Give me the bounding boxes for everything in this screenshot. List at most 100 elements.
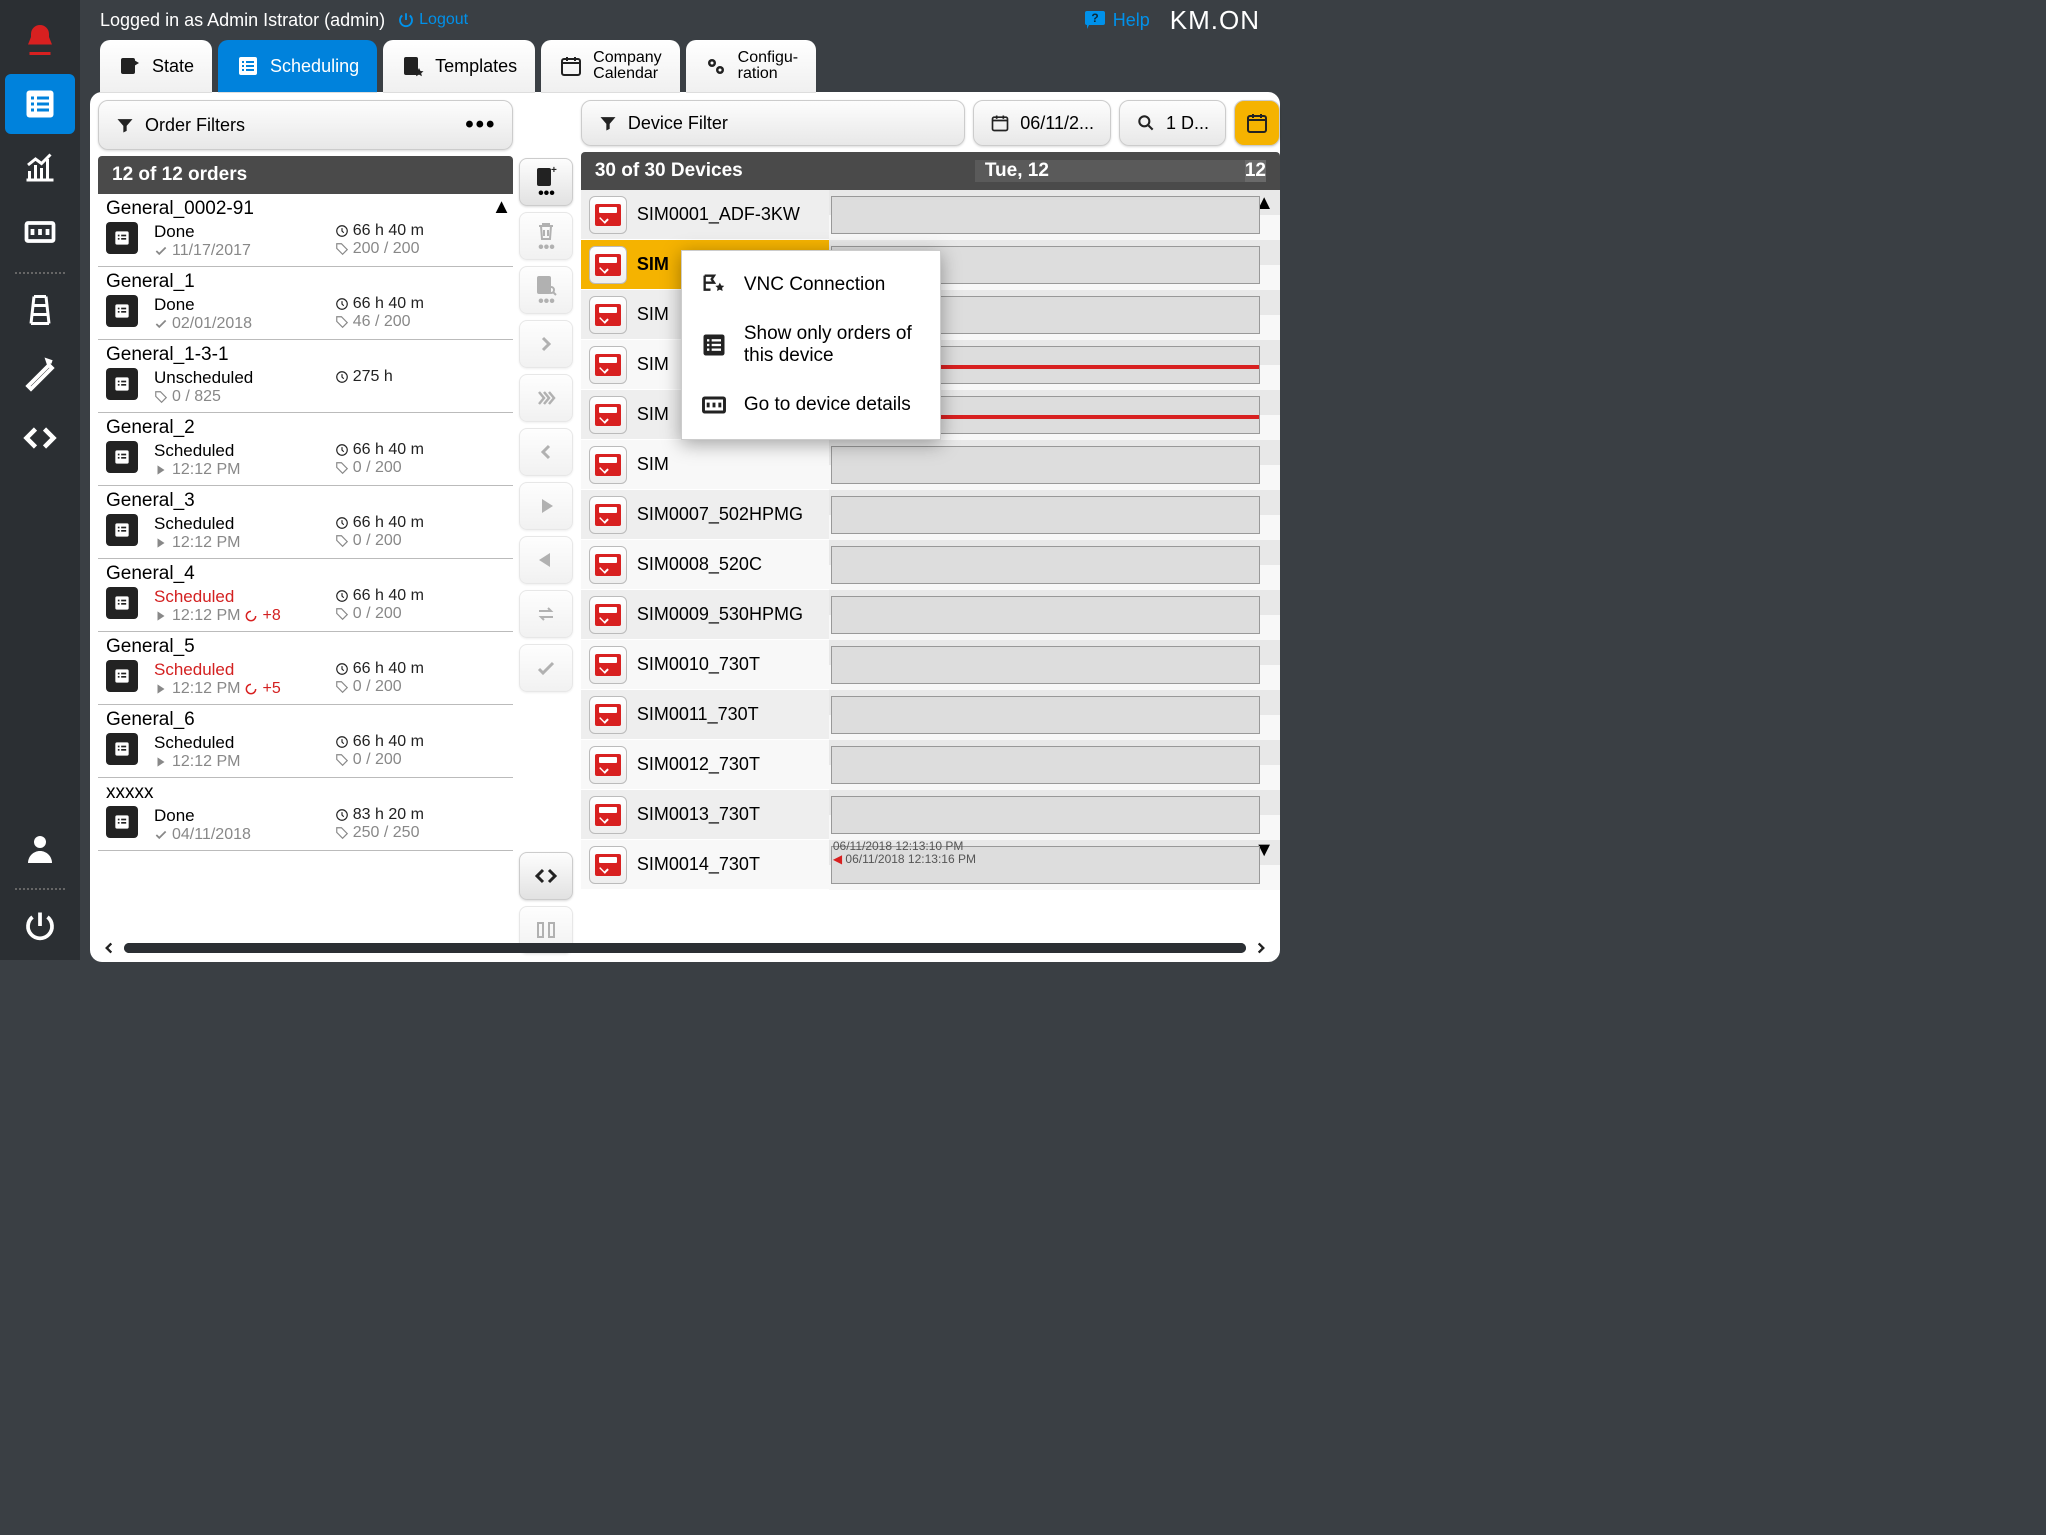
order-item[interactable]: General_3 Scheduled 12:12 PM 66 h 40 m 0… — [98, 486, 513, 559]
device-gantt-container: SIM0001_ADF-3KWSIMSIMSIMSIMSIMSIM0007_50… — [581, 190, 1280, 890]
inspect-button[interactable]: ••• — [519, 266, 573, 314]
device-row[interactable]: SIM0009_530HPMG — [581, 590, 829, 640]
device-icon — [589, 296, 627, 334]
order-filters-button[interactable]: Order Filters ••• — [98, 100, 513, 150]
action-column: +••• ••• ••• — [519, 100, 574, 954]
gantt-bar[interactable] — [831, 746, 1260, 784]
gantt-bar[interactable] — [831, 446, 1260, 484]
add-button[interactable]: +••• — [519, 158, 573, 206]
play-reverse-button[interactable] — [519, 536, 573, 584]
device-icon — [589, 396, 627, 434]
calendar-quick-button[interactable] — [1234, 100, 1280, 146]
order-item[interactable]: General_5 Scheduled 12:12 PM +5 66 h 40 … — [98, 632, 513, 705]
delete-button[interactable]: ••• — [519, 212, 573, 260]
device-icon — [589, 446, 627, 484]
device-row[interactable]: SIM0007_502HPMG — [581, 490, 829, 540]
step-right-button[interactable] — [519, 320, 573, 368]
tab-company-calendar[interactable]: CompanyCalendar — [541, 40, 679, 93]
alarm-icon[interactable] — [5, 10, 75, 70]
menu-device-details[interactable]: Go to device details — [682, 379, 940, 431]
nav-analytics[interactable] — [5, 138, 75, 198]
gantt-row[interactable] — [829, 190, 1280, 240]
scroll-up-icon[interactable]: ▲ — [492, 196, 512, 219]
gantt-bar[interactable] — [831, 796, 1260, 834]
order-item[interactable]: General_4 Scheduled 12:12 PM +8 66 h 40 … — [98, 559, 513, 632]
tab-state[interactable]: State — [100, 40, 212, 93]
orders-header: 12 of 12 orders — [98, 156, 513, 194]
logout-link[interactable]: Logout — [397, 11, 468, 29]
order-item[interactable]: xxxxx Done 04/11/2018 83 h 20 m 250 / 25… — [98, 778, 513, 851]
device-row[interactable]: SIM0014_730T — [581, 840, 829, 890]
device-row[interactable]: SIM0008_520C — [581, 540, 829, 590]
header: Logged in as Admin Istrator (admin) Logo… — [80, 0, 1280, 40]
device-icon — [589, 846, 627, 884]
tab-templates[interactable]: Templates — [383, 40, 535, 93]
device-icon — [589, 496, 627, 534]
device-row[interactable]: SIM0012_730T — [581, 740, 829, 790]
gantt-row[interactable] — [829, 590, 1280, 640]
nav-tools[interactable] — [5, 344, 75, 404]
order-item[interactable]: General_6 Scheduled 12:12 PM 66 h 40 m 0… — [98, 705, 513, 778]
order-item[interactable]: General_1-3-1 Unscheduled 0 / 825 275 h — [98, 340, 513, 413]
timestamp: 06/11/2018 12:13:16 PM — [845, 852, 976, 866]
gantt-bar[interactable] — [831, 546, 1260, 584]
device-icon — [589, 246, 627, 284]
gantt-row[interactable] — [829, 490, 1280, 540]
svg-text:?: ? — [1091, 11, 1098, 25]
nav-yarn[interactable] — [5, 280, 75, 340]
menu-show-device-orders[interactable]: Show only orders of this device — [682, 311, 940, 379]
order-item[interactable]: General_0002-91 Done 11/17/2017 66 h 40 … — [98, 194, 513, 267]
main: State Scheduling Templates CompanyCalend… — [90, 40, 1280, 960]
nav-code[interactable] — [5, 408, 75, 468]
devices-panel: Device Filter 06/11/2... 1 D... 30 of 30… — [581, 100, 1280, 954]
device-icon — [589, 696, 627, 734]
range-button[interactable]: 1 D... — [1119, 100, 1226, 146]
gantt-bar[interactable] — [831, 646, 1260, 684]
gantt-row[interactable] — [829, 440, 1280, 490]
device-icon — [589, 196, 627, 234]
device-row[interactable]: SIM0010_730T — [581, 640, 829, 690]
orders-panel: Order Filters ••• 12 of 12 orders ▲ Gene… — [98, 100, 513, 954]
device-row[interactable]: SIM — [581, 440, 829, 490]
order-list[interactable]: ▲ General_0002-91 Done 11/17/2017 66 h 4… — [98, 194, 513, 851]
gantt-hscroll[interactable] — [100, 936, 1270, 960]
gantt-row[interactable] — [829, 640, 1280, 690]
date-picker-button[interactable]: 06/11/2... — [973, 100, 1111, 146]
login-status: Logged in as Admin Istrator (admin) — [100, 10, 385, 31]
device-row[interactable]: SIM0001_ADF-3KW — [581, 190, 829, 240]
order-item[interactable]: General_1 Done 02/01/2018 66 h 40 m 46 /… — [98, 267, 513, 340]
gantt-row[interactable] — [829, 690, 1280, 740]
play-button[interactable] — [519, 482, 573, 530]
expand-button[interactable] — [519, 852, 573, 900]
device-row[interactable]: SIM0013_730T — [581, 790, 829, 840]
fast-forward-button[interactable] — [519, 374, 573, 422]
gantt-bar[interactable] — [831, 496, 1260, 534]
tab-configuration[interactable]: Configu-ration — [686, 40, 816, 93]
device-icon — [589, 346, 627, 384]
tab-scheduling[interactable]: Scheduling — [218, 40, 377, 93]
gantt-row[interactable] — [829, 790, 1280, 840]
nav-devices[interactable] — [5, 202, 75, 262]
device-context-menu: VNC Connection Show only orders of this … — [681, 250, 941, 440]
menu-vnc-connection[interactable]: VNC Connection — [682, 259, 940, 311]
svg-text:+: + — [551, 165, 557, 176]
help-link[interactable]: ? Help — [1083, 8, 1150, 32]
gantt-bar[interactable] — [831, 696, 1260, 734]
swap-button[interactable] — [519, 590, 573, 638]
dots-icon: ••• — [465, 111, 496, 139]
device-filter-button[interactable]: Device Filter — [581, 100, 965, 146]
gantt-row[interactable] — [829, 540, 1280, 590]
device-row[interactable]: SIM0011_730T — [581, 690, 829, 740]
nav-power[interactable] — [5, 896, 75, 956]
gantt-row[interactable] — [829, 740, 1280, 790]
nav-scheduling[interactable] — [5, 74, 75, 134]
order-item[interactable]: General_2 Scheduled 12:12 PM 66 h 40 m 0… — [98, 413, 513, 486]
step-left-button[interactable] — [519, 428, 573, 476]
gantt-bar[interactable] — [831, 596, 1260, 634]
confirm-button[interactable] — [519, 644, 573, 692]
device-icon — [589, 646, 627, 684]
nav-user[interactable] — [5, 818, 75, 878]
device-icon — [589, 546, 627, 584]
device-icon — [589, 596, 627, 634]
gantt-bar[interactable] — [831, 196, 1260, 234]
